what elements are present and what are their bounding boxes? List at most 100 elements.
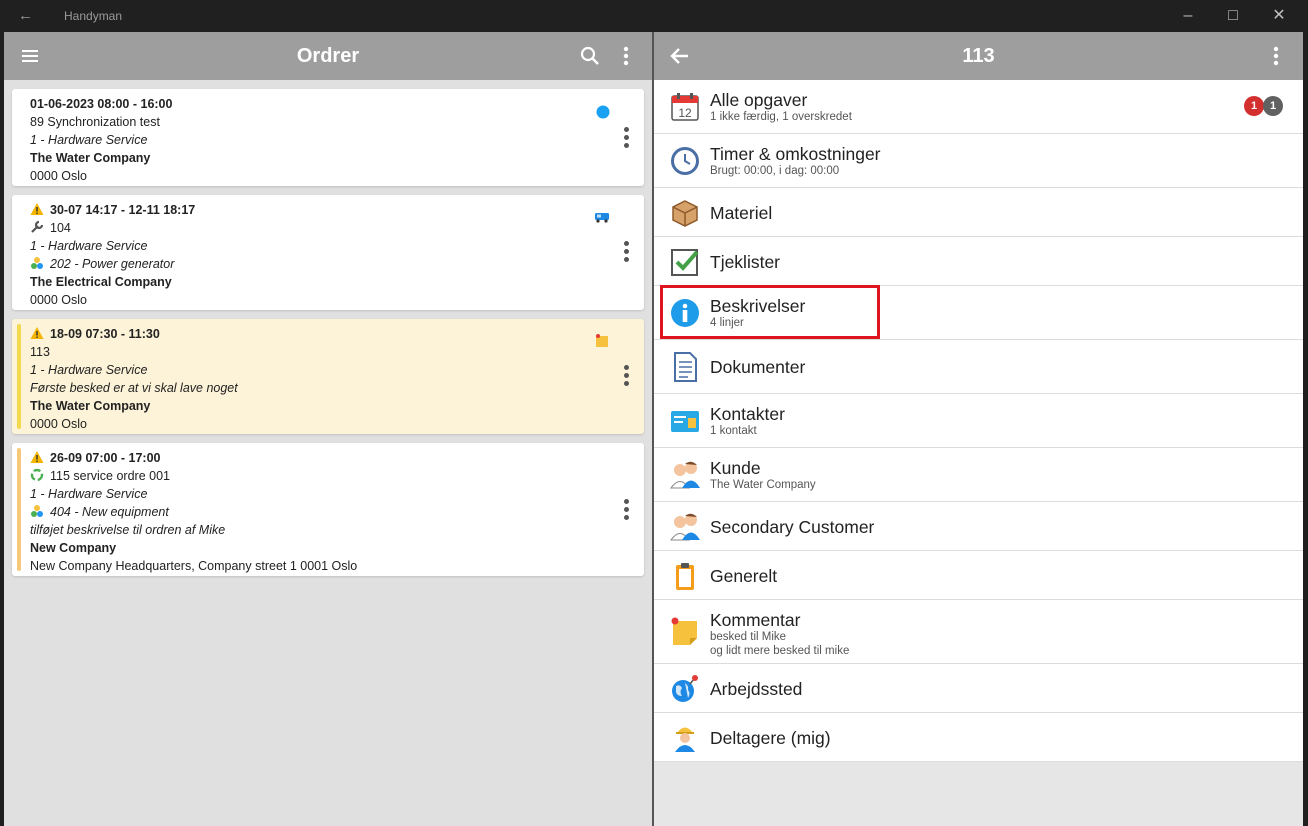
menu-subtitle: 1 ikke færdig, 1 overskredet [710,111,852,123]
menu-title: Materiel [710,203,773,223]
sticky-note-icon [671,617,697,645]
menu-title: Kunde [710,458,761,478]
menu-item-dokumenter[interactable]: Dokumenter [654,340,1303,394]
order-address: New Company Headquarters, Company street… [30,559,358,573]
menu-subtitle: besked til Mike [710,631,787,643]
van-icon [595,213,609,223]
order-more-icon[interactable] [624,241,630,265]
more-vert-icon[interactable] [614,44,638,68]
order-service: 1 - Hardware Service [30,363,148,377]
menu-title: Kommentar [710,610,801,630]
order-date-row: 26-09 07:00 - 17:00 [30,449,161,467]
unfinished-badge: 1 [1263,96,1283,116]
search-icon[interactable] [578,44,602,68]
menu-item-timer[interactable]: Timer & omkostninger Brugt: 00:00, i dag… [654,134,1303,188]
order-name: 115 service ordre 001 [50,469,170,483]
menu-title: Kontakter [710,404,785,424]
warning-icon [30,327,44,339]
menu-item-alle-opgaver[interactable]: 12 Alle opgaver 1 ikke færdig, 1 overskr… [654,80,1303,134]
menu-title: Tjeklister [710,252,781,272]
window-title: Handyman [64,9,123,23]
maximize-icon[interactable]: □ [1210,4,1256,28]
order-name-row: 104 [30,219,71,237]
order-card[interactable]: 26-09 07:00 - 17:00 115 service ordre 00… [12,443,644,576]
customer-icon [670,461,700,489]
menu-title: Alle opgaver [710,90,808,110]
menu-item-secondary-customer[interactable]: Secondary Customer [654,502,1303,551]
order-equipment-row: 202 - Power generator [30,255,174,273]
equipment-icon [31,257,43,269]
menu-item-materiel[interactable]: Materiel [654,188,1303,237]
globe-pin-icon [672,675,698,702]
orders-appbar: Ordrer [4,32,652,80]
order-equipment: 404 - New equipment [50,505,169,519]
order-customer: The Electrical Company [30,275,172,289]
checklist-icon [671,249,699,276]
menu-title: Dokumenter [710,357,806,377]
status-dot-icon [596,105,610,119]
box-icon [672,200,698,227]
customer-icon [670,513,700,541]
orders-pane: Ordrer 01-06-2023 08:00 - 16:00 89 Synch… [4,32,652,826]
menu-item-kunde[interactable]: Kunde The Water Company [654,448,1303,502]
equipment-icon [31,505,43,517]
contact-card-icon [671,411,699,432]
order-number-title: 113 [962,45,995,67]
detail-appbar: 113 [654,32,1303,80]
selection-highlight [660,285,880,339]
clock-icon [671,147,699,175]
menu-item-deltagere[interactable]: Deltagere (mig) [654,713,1303,762]
menu-item-generelt[interactable]: Generelt [654,551,1303,600]
order-more-icon[interactable] [624,499,630,523]
app-window: Ordrer 01-06-2023 08:00 - 16:00 89 Synch… [4,32,1303,826]
menu-title: Timer & omkostninger [710,144,881,164]
back-arrow-icon[interactable]: ← [18,7,33,24]
clipboard-icon [676,563,694,590]
order-name-row: 115 service ordre 001 [30,467,170,485]
order-date-row: 18-09 07:30 - 11:30 [30,325,160,343]
menu-item-arbejdssted[interactable]: Arbejdssted [654,664,1303,713]
order-equipment: 202 - Power generator [50,257,175,271]
menu-item-kommentar[interactable]: Kommentar besked til Mike og lidt mere b… [654,600,1303,664]
order-name: 113 [30,345,50,359]
order-date: 01-06-2023 08:00 - 16:00 [30,97,173,111]
menu-title: Generelt [710,566,778,586]
menu-title: Arbejdssted [710,679,803,699]
menu-item-kontakter[interactable]: Kontakter 1 kontakt [654,394,1303,448]
order-more-icon[interactable] [624,127,630,151]
overdue-badge: 1 [1244,96,1264,116]
order-card[interactable]: 01-06-2023 08:00 - 16:00 89 Synchronizat… [12,89,644,186]
order-customer: New Company [30,541,117,555]
window-titlebar: ← Handyman – □ ✕ [0,0,1308,32]
minimize-icon[interactable]: – [1165,4,1211,28]
order-date: 18-09 07:30 - 11:30 [50,327,160,341]
menu-title: Secondary Customer [710,517,875,537]
order-card[interactable]: 18-09 07:30 - 11:30 113 1 - Hardware Ser… [12,319,644,434]
order-date: 26-09 07:00 - 17:00 [50,451,161,465]
order-equipment-row: 404 - New equipment [30,503,169,521]
priority-stripe [17,324,21,429]
order-service: 1 - Hardware Service [30,487,148,501]
recurring-icon [30,468,44,482]
menu-subtitle-2: og lidt mere besked til mike [710,645,850,657]
close-icon[interactable]: ✕ [1256,4,1302,28]
order-address: 0000 Oslo [30,169,87,183]
order-name: 89 Synchronization test [30,115,160,129]
order-customer: The Water Company [30,399,151,413]
order-card[interactable]: 30-07 14:17 - 12-11 18:17 104 1 - Hardwa… [12,195,644,310]
order-description: Første besked er at vi skal lave noget [30,381,238,395]
document-icon [674,352,697,382]
order-description: tilføjet beskrivelse til ordren af Mike [30,523,226,537]
menu-title: Deltagere (mig) [710,728,831,748]
wrench-icon [31,220,44,233]
order-service: 1 - Hardware Service [30,239,148,253]
menu-item-tjeklister[interactable]: Tjeklister [654,237,1303,286]
order-name: 104 [50,221,71,235]
calendar-number: 12 [678,106,692,120]
more-vert-icon[interactable] [1264,44,1288,68]
order-detail-pane: 113 12 Alle opgaver 1 ikke færdig, 1 ove… [654,32,1303,826]
order-more-icon[interactable] [624,365,630,389]
order-service: 1 - Hardware Service [30,133,148,147]
orders-title: Ordrer [296,45,360,67]
order-date-row: 30-07 14:17 - 12-11 18:17 [30,201,195,219]
